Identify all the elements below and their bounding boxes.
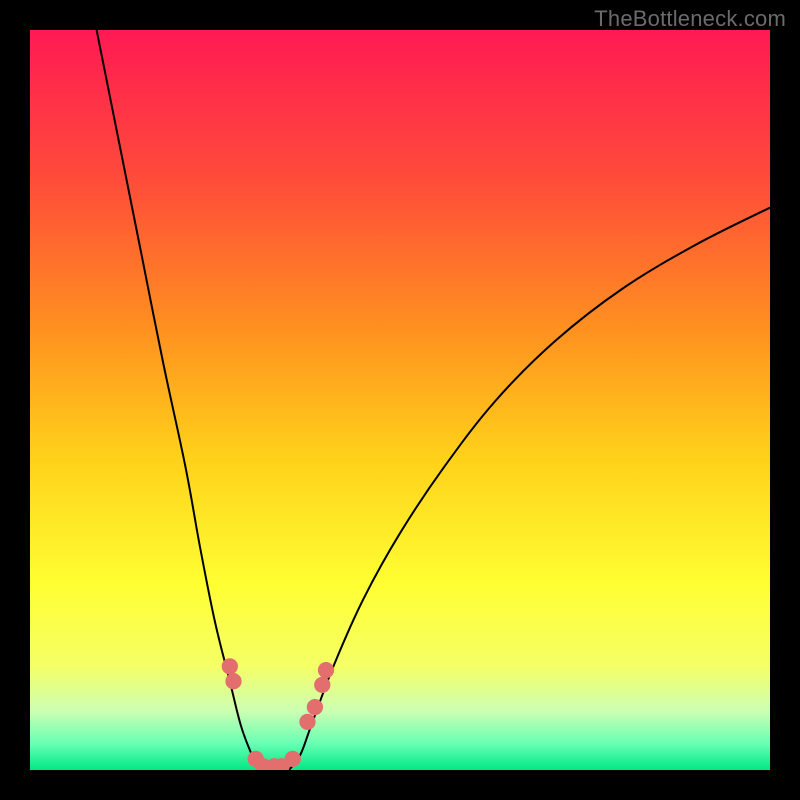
chart-stage: TheBottleneck.com <box>0 0 800 800</box>
plot-background <box>30 30 770 770</box>
marker-dot <box>314 677 330 693</box>
marker-dot <box>222 658 238 674</box>
watermark-text: TheBottleneck.com <box>594 6 786 32</box>
marker-dot <box>225 673 241 689</box>
bottleneck-chart <box>30 30 770 770</box>
marker-dot <box>299 714 315 730</box>
marker-dot <box>307 699 323 715</box>
marker-dot <box>285 751 301 767</box>
marker-dot <box>318 662 334 678</box>
